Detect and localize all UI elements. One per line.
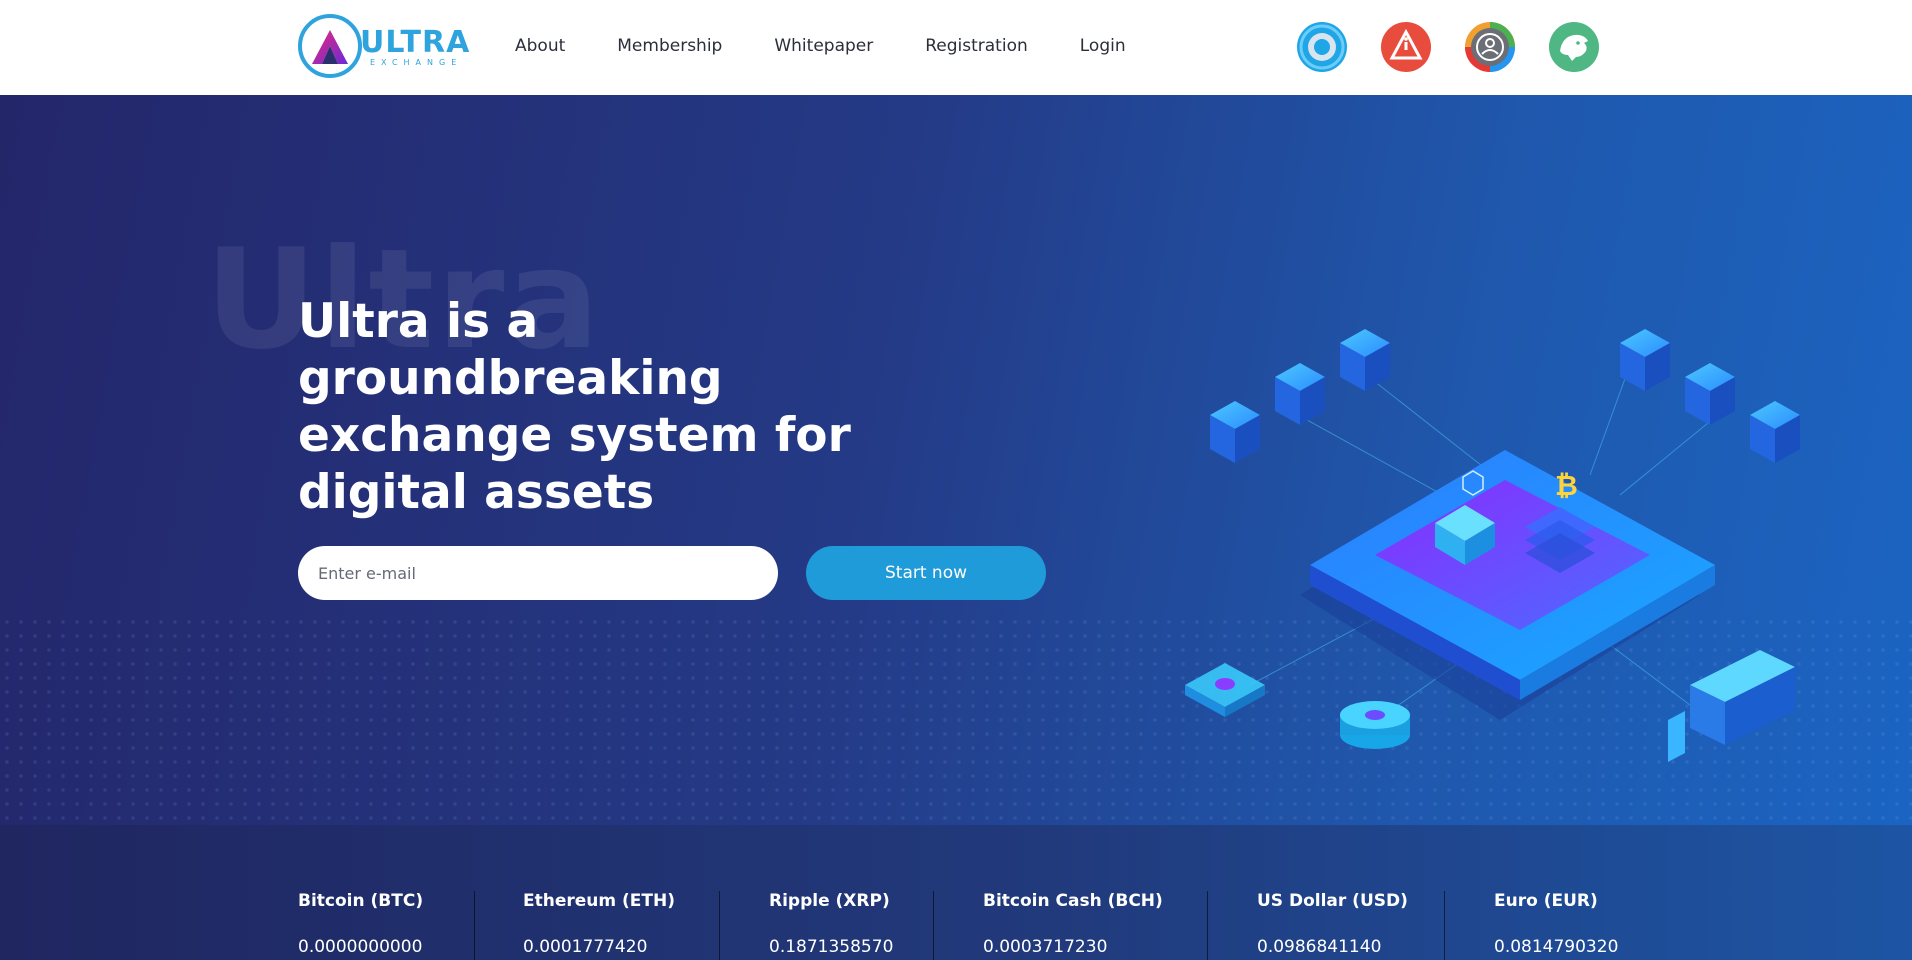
logo-wordmark: ULTRA	[360, 25, 471, 60]
start-now-button[interactable]: Start now	[806, 546, 1046, 600]
hero-section: Ultra Ultra is a groundbreaking exchange…	[0, 95, 1912, 825]
ticker-currency-name: Bitcoin Cash (BCH)	[983, 891, 1163, 911]
ticker-currency-name: Ethereum (ETH)	[523, 891, 675, 911]
logo-triangle-icon	[312, 30, 348, 64]
site-header: ULTRA EXCHANGE About Membership Whitepap…	[0, 0, 1912, 95]
nav-login[interactable]: Login	[1080, 36, 1126, 60]
ticker-currency-name: Euro (EUR)	[1494, 891, 1598, 911]
ticker-currency-name: Ripple (XRP)	[769, 891, 890, 911]
ticker-divider	[474, 891, 475, 960]
user-app-icon[interactable]	[1464, 21, 1516, 73]
currency-ticker: Bitcoin (BTC) 0.0000000000 Ethereum (ETH…	[0, 825, 1912, 960]
ticker-currency-value: 0.0001777420	[523, 937, 648, 957]
ticker-divider	[1207, 891, 1208, 960]
blockchain-platform-illustration: ₿	[1185, 329, 1800, 762]
ticker-divider	[933, 891, 934, 960]
nav-registration[interactable]: Registration	[925, 36, 1028, 60]
ring-app-icon[interactable]	[1296, 21, 1348, 73]
ticker-divider	[719, 891, 720, 960]
ticker-currency-name: US Dollar (USD)	[1257, 891, 1408, 911]
nav-membership[interactable]: Membership	[617, 36, 722, 60]
ticker-divider	[1444, 891, 1445, 960]
nav-about[interactable]: About	[515, 36, 565, 60]
ticker-currency-value: 0.0003717230	[983, 937, 1108, 957]
ticker-currency-value: 0.0814790320	[1494, 937, 1619, 957]
nav-whitepaper[interactable]: Whitepaper	[774, 36, 873, 60]
hero-headline: Ultra is a groundbreaking exchange syste…	[298, 294, 851, 520]
ticker-currency-value: 0.0000000000	[298, 937, 423, 957]
ticker-currency-value: 0.0986841140	[1257, 937, 1382, 957]
main-nav: About Membership Whitepaper Registration…	[515, 36, 1178, 60]
ultra-logo[interactable]: ULTRA EXCHANGE	[298, 14, 471, 80]
email-input[interactable]	[298, 546, 778, 600]
logo-subtitle: EXCHANGE	[370, 58, 463, 67]
alert-app-icon[interactable]	[1380, 21, 1432, 73]
ticker-currency-name: Bitcoin (BTC)	[298, 891, 424, 911]
lion-app-icon[interactable]	[1548, 21, 1600, 73]
ticker-currency-value: 0.1871358570	[769, 937, 894, 957]
bitcoin-icon: ₿	[1555, 469, 1578, 502]
